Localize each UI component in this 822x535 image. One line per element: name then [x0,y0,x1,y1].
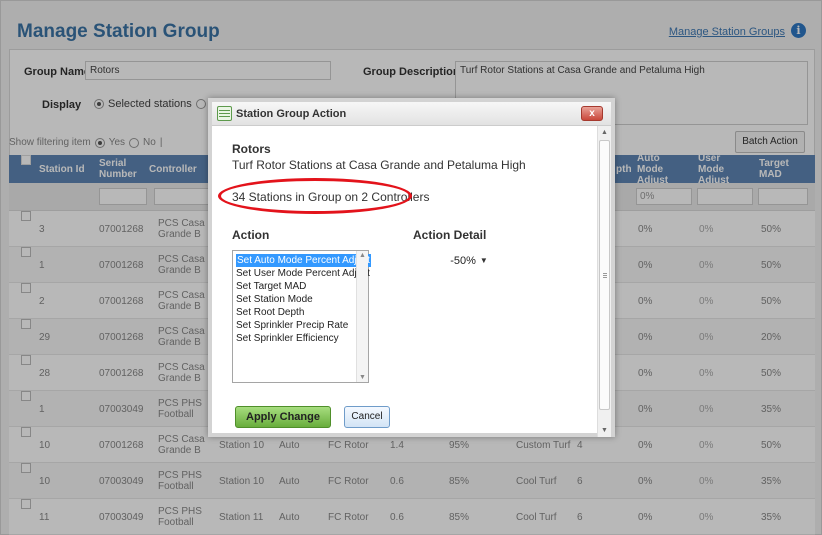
dialog-group-name: Rotors [232,142,271,156]
list-item-precip-rate[interactable]: Set Sprinkler Precip Rate [236,319,348,332]
list-scroll-down-icon[interactable]: ▼ [357,374,368,381]
cancel-button[interactable]: Cancel [344,406,390,428]
action-detail-value: -50% [450,254,476,267]
list-item-station-mode[interactable]: Set Station Mode [236,293,313,306]
action-listbox[interactable]: Set Auto Mode Percent Adjust Set User Mo… [232,250,371,383]
grip-icon [603,273,607,274]
scroll-up-icon[interactable]: ▲ [598,126,611,139]
chevron-down-icon: ▼ [479,256,488,265]
list-item-user-mode-adjust[interactable]: Set User Mode Percent Adjust [236,267,370,280]
list-item-root-depth[interactable]: Set Root Depth [236,306,304,319]
listbox-scrollbar[interactable]: ▲ ▼ [356,251,368,382]
action-label: Action [232,228,270,242]
dialog-scrollbar[interactable]: ▲ ▼ [597,126,611,437]
list-item-auto-mode-adjust[interactable]: Set Auto Mode Percent Adjust [236,254,371,267]
list-item-target-mad[interactable]: Set Target MAD [236,280,306,293]
list-scroll-up-icon[interactable]: ▲ [357,252,368,259]
action-detail-label: Action Detail [413,228,487,242]
scroll-thumb[interactable] [599,140,610,410]
dialog-group-description: Turf Rotor Stations at Casa Grande and P… [232,158,526,172]
dialog-list-icon [217,106,232,121]
apply-change-button[interactable]: Apply Change [235,406,331,428]
dialog-title: Station Group Action [236,108,347,120]
close-icon[interactable]: x [581,106,603,121]
station-group-action-dialog: Station Group Action x ▲ ▼ Rotors Turf R… [208,98,615,437]
list-item-efficiency[interactable]: Set Sprinkler Efficiency [236,332,339,345]
action-detail-select[interactable]: -50% ▼ [444,252,494,269]
dialog-titlebar[interactable]: Station Group Action x [212,102,611,126]
scroll-down-icon[interactable]: ▼ [598,424,611,437]
highlight-ellipse [218,178,412,214]
